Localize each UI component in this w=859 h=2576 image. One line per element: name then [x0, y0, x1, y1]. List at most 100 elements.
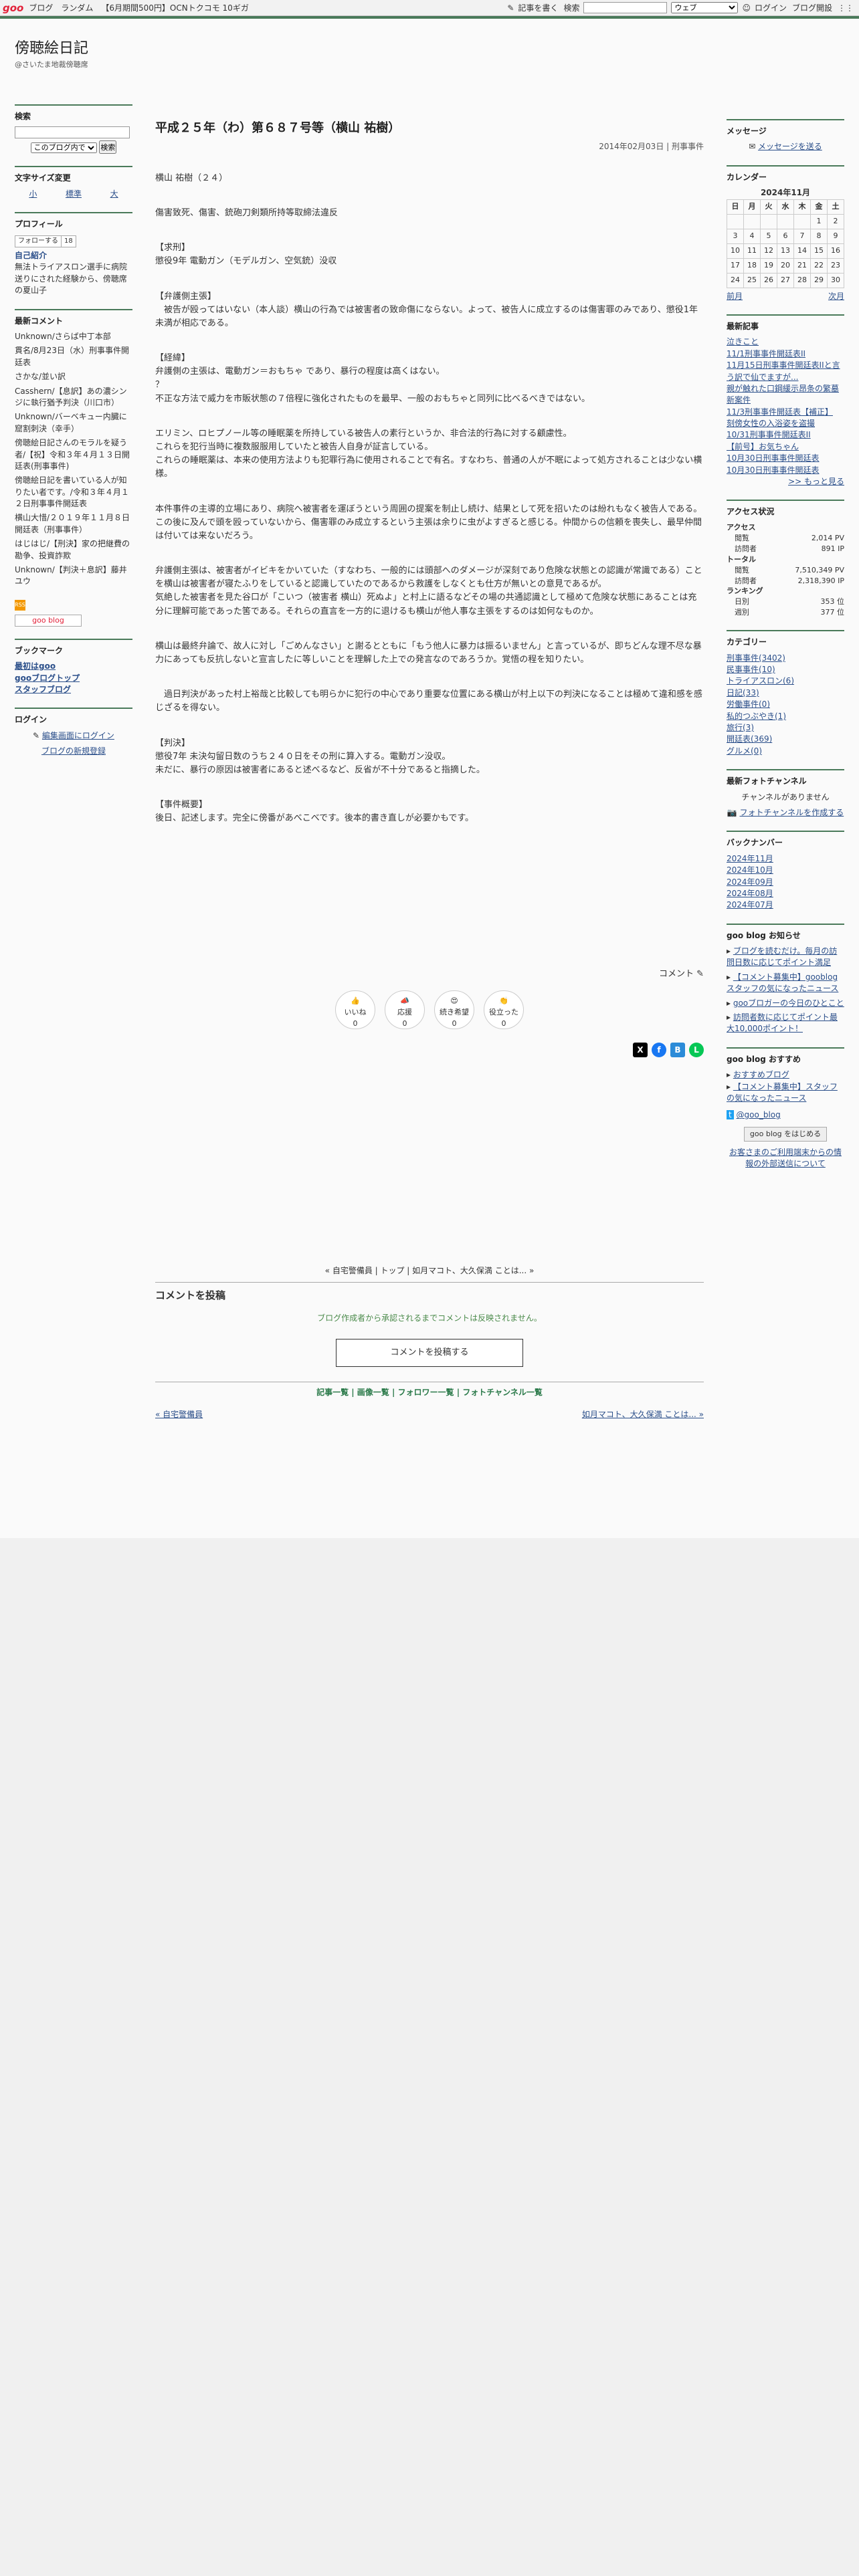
reaction-like[interactable]: 👍 いいね 0	[335, 990, 375, 1029]
reaction-helpful[interactable]: 👏 役立った 0	[484, 990, 524, 1029]
comment-item[interactable]: 貫名/8月23日（水）刑事事件開廷表	[15, 345, 132, 368]
recommend-link[interactable]: 【コメント募集中】スタッフの気になったニュース	[727, 1082, 838, 1103]
line-share-icon[interactable]: L	[689, 1042, 704, 1057]
x-share-icon[interactable]: X	[633, 1042, 648, 1057]
recent-post-link[interactable]: 10月30日刑事事件開廷表	[727, 465, 820, 475]
article-pager[interactable]: « 自宅警備員 | トップ | 如月マコト、大久保満 ことは... »	[155, 1265, 704, 1277]
comment-item[interactable]: さかな/並い訳	[15, 371, 132, 383]
edit-login-link[interactable]: 編集画面にログイン	[42, 731, 114, 740]
recent-post-link[interactable]: 11/1刑事事件開廷表II	[727, 349, 805, 358]
random-link[interactable]: ランダム	[61, 2, 93, 13]
category-link[interactable]: 私的つぶやき(1)	[727, 712, 786, 721]
follow-label: フォローする	[18, 237, 58, 245]
blog-search-button[interactable]: 検索	[99, 140, 117, 154]
external-info-link[interactable]: お客さまのご利用端末からの情報の外部送信について	[729, 1148, 842, 1168]
fontsize-normal[interactable]: 標準	[66, 189, 82, 200]
follower-count: 18	[61, 235, 76, 247]
goo-blog-badge[interactable]: goo blog	[15, 614, 82, 627]
search-scope-select[interactable]: ウェブ	[671, 2, 739, 13]
comment-item[interactable]: はじはじ/【刑決】家の把継費の勘争、投資詐欺	[15, 538, 132, 562]
backnumber-link[interactable]: 2024年07月	[727, 900, 773, 909]
hatena-share-icon[interactable]: B	[670, 1042, 685, 1057]
category-link[interactable]: 旅行(3)	[727, 723, 754, 732]
rss-icon[interactable]: RSS	[15, 599, 25, 611]
category-link[interactable]: 民事事件(10)	[727, 665, 775, 674]
blog-search-scope[interactable]: このブログ内で	[30, 142, 97, 154]
recent-post-link[interactable]: 11月15日刑事事件開廷表IIと言う訳で仙でますが...	[727, 360, 840, 381]
backnumber-block: バックナンバー 2024年11月 2024年10月 2024年09月 2024年…	[727, 831, 844, 911]
bookmark-link[interactable]: 最初はgoo	[15, 661, 56, 671]
category-link[interactable]: 労働事件(0)	[727, 700, 770, 709]
fontsize-small[interactable]: 小	[29, 189, 37, 200]
top-bar-right: ✎ 記事を書く 検索 ウェブ ☺ ログイン ブログ開設 ⋮⋮	[507, 2, 854, 13]
new-blog-link[interactable]: ブログの新規登録	[41, 746, 106, 756]
prev-month-link[interactable]: 前月	[727, 291, 743, 302]
facebook-share-icon[interactable]: f	[652, 1042, 666, 1057]
notice-icon: ▸	[727, 946, 733, 956]
category-link[interactable]: 刑事事件(3402)	[727, 653, 785, 663]
list-links[interactable]: 記事一覧 | 画像一覧 | フォロワー一覧 | フォトチャンネル一覧	[155, 1382, 704, 1399]
category-link[interactable]: グルメ(0)	[727, 746, 762, 756]
reaction-more[interactable]: 😍 続き希望 0	[434, 990, 474, 1029]
twitter-link[interactable]: @goo_blog	[737, 1110, 781, 1119]
notice-icon: ▸	[727, 1012, 733, 1023]
search-input[interactable]	[583, 2, 668, 13]
clap-icon: 👏	[499, 996, 508, 1005]
send-message-link[interactable]: メッセージを送る	[758, 142, 822, 151]
comment-link[interactable]: コメント	[659, 969, 694, 979]
next-month-link[interactable]: 次月	[828, 291, 844, 302]
article-title[interactable]: 平成２５年（わ）第６８７号等（横山 祐樹）	[155, 119, 704, 138]
comment-item[interactable]: 傍聴絵日記さんのモラルを疑う者/【祝】令和３年４月１３日開廷表(刑事事件)	[15, 437, 132, 472]
recent-post-link[interactable]: 刻傍女性の入浴姿を盗撮	[727, 419, 815, 428]
next-article-link[interactable]: 如月マコト、大久保満 ことは... »	[582, 1408, 704, 1421]
post-comment-button[interactable]: コメントを投稿する	[336, 1339, 523, 1368]
access-block: アクセス状況 アクセス 閲覧 2,014 PV 訪問者 891 IP トータル 閲覧…	[727, 500, 844, 618]
bookmark-link[interactable]: スタッフブログ	[15, 685, 71, 694]
category-link[interactable]: 日記(33)	[727, 688, 759, 697]
recent-post-link[interactable]: 11/3刑事事件開廷表【補正】	[727, 407, 833, 417]
write-link[interactable]: 記事を書く	[518, 2, 558, 13]
comment-item[interactable]: Unknown/バーベキュー内臓に窟割刺決（幸手）	[15, 411, 132, 435]
comment-item[interactable]: Unknown/さらば中丁本部	[15, 331, 132, 342]
promo-link[interactable]: 【6月期間500円】OCNトクコモ 10ギガ	[101, 2, 248, 13]
comment-item[interactable]: Unknown/【判決＋息訳】藤井ユウ	[15, 564, 132, 588]
open-blog-link[interactable]: ブログ開設	[792, 2, 832, 13]
notice-link[interactable]: 【コメント募集中】gooblogスタッフの気になったニュース	[727, 972, 838, 993]
recent-post-link[interactable]: 【前号】お気ちゃん	[727, 442, 799, 451]
recent-post-link[interactable]: 10/31刑事事件開廷表II	[727, 430, 811, 439]
recommend-link[interactable]: おすすめブログ	[733, 1070, 789, 1079]
category-link[interactable]: 開廷表(369)	[727, 734, 772, 744]
prev-article-link[interactable]: « 自宅警備員	[155, 1408, 203, 1421]
backnumber-link[interactable]: 2024年11月	[727, 854, 773, 863]
reaction-cheer[interactable]: 📣 応援 0	[385, 990, 425, 1029]
recent-comments-block: 最新コメント Unknown/さらば中丁本部 貫名/8月23日（水）刑事事件開廷…	[15, 308, 132, 588]
grid-menu-icon[interactable]: ⋮⋮	[838, 3, 854, 13]
make-channel-link[interactable]: フォトチャンネルを作成する	[740, 808, 844, 817]
fontsize-large[interactable]: 大	[110, 189, 118, 200]
notice-icon: ▸	[727, 998, 733, 1008]
blog-title[interactable]: 傍聴絵日記	[15, 36, 88, 58]
category-link[interactable]: トライアスロン(6)	[727, 676, 794, 685]
recent-post-link[interactable]: 親が触れた口鋼緩示昂条の繁墓新案件	[727, 384, 839, 405]
notice-link[interactable]: gooブロガーの今日のひとこと	[733, 998, 844, 1008]
more-posts-link[interactable]: >> もっと見る	[788, 477, 844, 486]
goo-logo[interactable]: goo	[3, 2, 23, 14]
blog-search-input[interactable]	[15, 126, 130, 139]
comment-item[interactable]: 横山大惜/２０１９年１１月８日開廷表（刑事事件）	[15, 512, 132, 536]
login-link[interactable]: ログイン	[755, 2, 787, 13]
notice-link[interactable]: ブログを読むだけ。毎月の訪問日数に応じてポイント満足	[727, 946, 837, 967]
blog-link[interactable]: ブログ	[29, 2, 53, 13]
comment-item[interactable]: 傍聴絵日記を書いている人が知りたい者です。/令和３年４月１２日刑事事件開廷表	[15, 475, 132, 510]
backnumber-link[interactable]: 2024年09月	[727, 877, 773, 887]
recent-post-link[interactable]: 泣きこと	[727, 337, 759, 346]
recent-post-link[interactable]: 10月30日刑事事件開廷表	[727, 453, 820, 463]
bookmark-link[interactable]: gooブログトップ	[15, 673, 80, 683]
right-sidebar: メッセージ ✉ メッセージを送る カレンダー 2024年11月 日月火水木金土 …	[727, 119, 844, 1182]
notice-link[interactable]: 訪問者数に応じてポイント最大10,000ポイント！	[727, 1012, 838, 1033]
backnumber-link[interactable]: 2024年10月	[727, 865, 773, 875]
start-blog-button[interactable]: goo blog をはじめる	[743, 1126, 828, 1142]
backnumber-link[interactable]: 2024年08月	[727, 889, 773, 898]
login-title: ログイン	[15, 708, 132, 726]
follow-button[interactable]: フォローする 18	[15, 235, 76, 248]
comment-item[interactable]: Casshern/【息訳】あの濃シンジに執行猶予判決（川口市）	[15, 386, 132, 409]
